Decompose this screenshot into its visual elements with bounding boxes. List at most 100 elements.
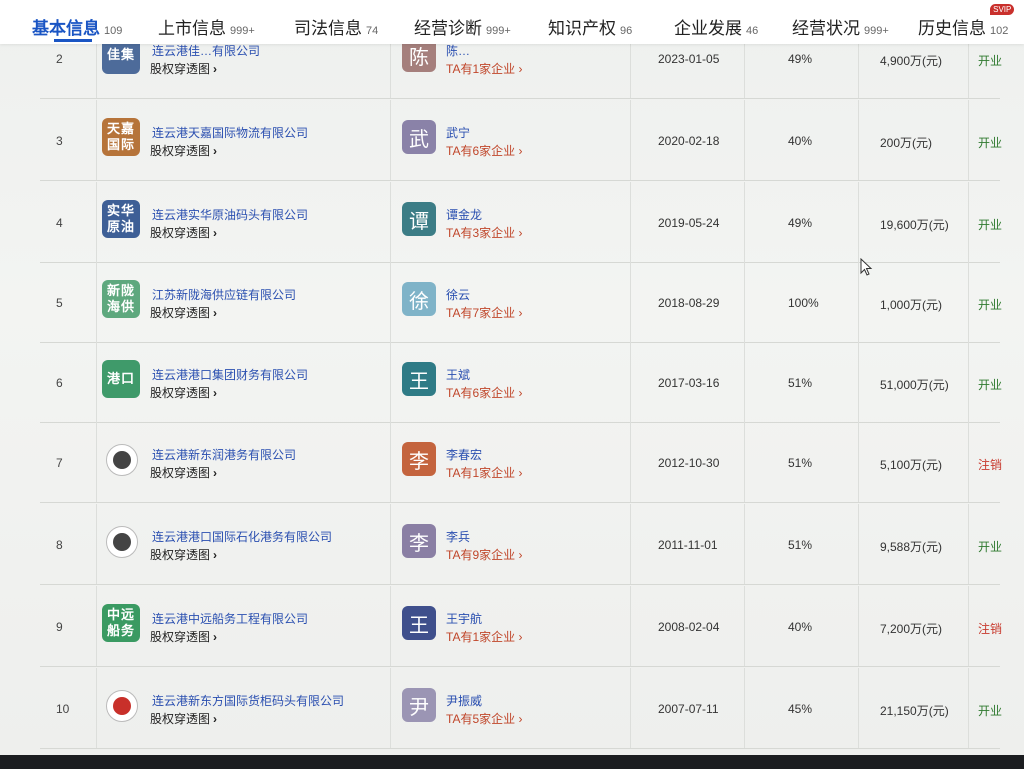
equity-chart-label: 股权穿透图 [150, 712, 211, 726]
related-companies-label: TA有1家企业 [446, 630, 516, 644]
date-cell: 2018-08-29 [630, 262, 745, 342]
tab-history-info[interactable]: 历史信息 102 SVIP [918, 4, 1015, 42]
status-cell: 注销 [968, 586, 1002, 666]
tab-label: 历史信息 [918, 19, 986, 38]
company-name-link[interactable]: 连云港实华原油码头有限公司 [152, 206, 308, 223]
legal-rep-link[interactable]: 谭金龙 [446, 206, 482, 223]
legal-rep-link[interactable]: 王宇航 [446, 610, 482, 627]
equity-chart-label: 股权穿透图 [150, 386, 211, 400]
status-cell: 开业 [968, 342, 1003, 422]
index-cell: 4 [40, 182, 97, 262]
table-row: 9 中远船务 连云港中远船务工程有限公司 股权穿透图 › 王 王宇航 TA有1家企… [40, 586, 1002, 667]
table-row: 7 连云港新东润港务有限公司 股权穿透图 › 李 李春宏 TA有1家企业 › 20… [40, 422, 1003, 503]
status-cell: 注销 [968, 422, 1003, 502]
row-index: 6 [56, 376, 63, 390]
chevron-right-icon: › [213, 548, 218, 562]
establish-date: 2008-02-04 [658, 620, 720, 634]
company-name-link[interactable]: 连云港港口集团财务有限公司 [152, 366, 308, 383]
avatar: 谭 [402, 202, 436, 236]
establish-date: 2007-07-11 [658, 702, 719, 716]
tab-listing-info[interactable]: 上市信息 999+ [158, 14, 255, 42]
tab-intellectual-property[interactable]: 知识产权 96 [548, 14, 632, 42]
tab-basic-info[interactable]: 基本信息 109 [32, 14, 122, 42]
row-index: 8 [56, 538, 63, 552]
equity-chart-link[interactable]: 股权穿透图 › [150, 60, 217, 77]
legal-rep-link[interactable]: 尹振威 [446, 692, 482, 709]
equity-chart-label: 股权穿透图 [150, 144, 211, 158]
related-companies-link[interactable]: TA有6家企业 › [446, 142, 522, 159]
index-cell: 6 [40, 342, 97, 422]
equity-chart-link[interactable]: 股权穿透图 › [150, 384, 217, 401]
date-cell: 2017-03-16 [630, 342, 745, 422]
equity-chart-link[interactable]: 股权穿透图 › [150, 464, 217, 481]
company-cell: 天嘉国际 连云港天嘉国际物流有限公司 股权穿透图 › [96, 100, 391, 180]
equity-chart-label: 股权穿透图 [150, 548, 211, 562]
date-cell: 2019-05-24 [630, 182, 745, 262]
company-name-link[interactable]: 连云港天嘉国际物流有限公司 [152, 124, 308, 141]
chevron-right-icon: › [213, 712, 218, 726]
status-cell: 开业 [968, 262, 1002, 342]
status-badge: 开业 [978, 378, 1003, 392]
legal-rep-link[interactable]: 徐云 [446, 286, 470, 303]
tab-count: 109 [104, 25, 123, 37]
equity-chart-label: 股权穿透图 [150, 226, 211, 240]
related-companies-link[interactable]: TA有6家企业 › [446, 384, 522, 401]
chevron-right-icon: › [213, 306, 218, 320]
chevron-right-icon: › [518, 306, 523, 320]
company-logo: 新陇海供 [102, 280, 140, 318]
row-index: 9 [56, 620, 63, 634]
legal-rep-link[interactable]: 王斌 [446, 366, 470, 383]
index-cell: 8 [40, 504, 97, 584]
tab-label: 基本信息 [32, 19, 100, 38]
table-row: 3 天嘉国际 连云港天嘉国际物流有限公司 股权穿透图 › 武 武宁 TA有6家企业… [40, 100, 1002, 181]
company-name-link[interactable]: 连云港佳…有限公司 [152, 42, 260, 59]
company-name-link[interactable]: 江苏新陇海供应链有限公司 [152, 286, 296, 303]
registered-capital: 200万(元) [880, 136, 933, 150]
legal-rep-link[interactable]: 李春宏 [446, 446, 482, 463]
row-index: 10 [56, 702, 70, 716]
avatar: 徐 [402, 282, 436, 316]
equity-chart-link[interactable]: 股权穿透图 › [150, 304, 217, 321]
chevron-right-icon: › [213, 144, 218, 158]
ratio-cell: 51% [744, 504, 859, 584]
equity-chart-link[interactable]: 股权穿透图 › [150, 710, 217, 727]
avatar: 李 [402, 442, 436, 476]
tab-enterprise-development[interactable]: 企业发展 46 [674, 14, 758, 42]
legal-rep-link[interactable]: 武宁 [446, 124, 470, 141]
equity-chart-link[interactable]: 股权穿透图 › [150, 546, 217, 563]
related-companies-label: TA有5家企业 [446, 712, 516, 726]
legal-rep-link[interactable]: 李兵 [446, 528, 470, 545]
company-name-link[interactable]: 连云港港口国际石化港务有限公司 [152, 528, 332, 545]
related-companies-link[interactable]: TA有3家企业 › [446, 224, 522, 241]
date-cell: 2012-10-30 [630, 422, 745, 502]
company-name-link[interactable]: 连云港中远船务工程有限公司 [152, 610, 308, 627]
status-badge: 注销 [978, 458, 1003, 472]
table-row: 4 实华原油 连云港实华原油码头有限公司 股权穿透图 › 谭 谭金龙 TA有3家企… [40, 182, 1002, 263]
tab-count: 999+ [230, 25, 255, 37]
related-companies-link[interactable]: TA有1家企业 › [446, 464, 522, 481]
company-name-link[interactable]: 连云港新东润港务有限公司 [152, 446, 296, 463]
legal-rep-cell: 尹 尹振威 TA有5家企业 › [390, 668, 631, 748]
chevron-right-icon: › [518, 548, 523, 562]
holding-ratio: 40% [788, 620, 813, 634]
equity-chart-link[interactable]: 股权穿透图 › [150, 224, 217, 241]
status-cell: 开业 [968, 504, 1002, 584]
company-name-link[interactable]: 连云港新东方国际货柜码头有限公司 [152, 692, 344, 709]
tab-business-status[interactable]: 经营状况 999+ [792, 14, 889, 42]
related-companies-link[interactable]: TA有9家企业 › [446, 546, 522, 563]
related-companies-label: TA有1家企业 [446, 466, 516, 480]
related-companies-link[interactable]: TA有1家企业 › [446, 628, 522, 645]
company-logo-icon [106, 526, 138, 558]
related-companies-link[interactable]: TA有1家企业 › [446, 60, 522, 77]
related-companies-link[interactable]: TA有5家企业 › [446, 710, 522, 727]
tab-operation-diagnosis[interactable]: 经营诊断 999+ [414, 14, 511, 42]
avatar: 武 [402, 120, 436, 154]
equity-chart-link[interactable]: 股权穿透图 › [150, 142, 217, 159]
registered-capital: 21,150万(元) [880, 704, 949, 718]
avatar: 尹 [402, 688, 436, 722]
related-companies-link[interactable]: TA有7家企业 › [446, 304, 522, 321]
equity-chart-link[interactable]: 股权穿透图 › [150, 628, 217, 645]
screen: 基本信息 109 上市信息 999+ 司法信息 74 经营诊断 999+ 知识产权 96 … [0, 0, 1024, 755]
legal-rep-link[interactable]: 陈… [446, 42, 470, 59]
tab-judicial-info[interactable]: 司法信息 74 [294, 14, 378, 42]
